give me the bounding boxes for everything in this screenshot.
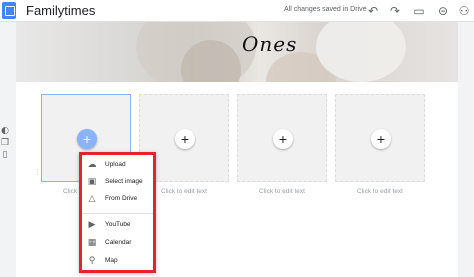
add-content-button[interactable]: + (175, 129, 195, 149)
link-icon[interactable]: ⊝ (436, 4, 450, 18)
section-toolbar: ◐ ❐ ▯ (0, 126, 12, 162)
duplicate-icon[interactable]: ❐ (0, 138, 10, 148)
menu-item-label: From Drive (105, 195, 138, 202)
menu-item-calendar[interactable]: ▦ Calendar (85, 237, 153, 251)
insert-menu: ☁ Upload ▣ Select image △ From Drive ▶ Y… (79, 152, 156, 273)
add-person-icon[interactable]: ⚇ (457, 4, 471, 18)
image-placeholder-4[interactable]: + (335, 94, 425, 182)
header-image[interactable]: Ones (16, 22, 458, 82)
cloud-upload-icon: ☁ (87, 160, 97, 170)
redo-icon[interactable]: ↷ (388, 4, 402, 18)
menu-item-youtube[interactable]: ▶ YouTube (85, 219, 153, 233)
card-caption[interactable]: Click to edit text (237, 188, 327, 195)
add-content-button[interactable]: + (77, 129, 97, 149)
undo-icon[interactable]: ↶ (366, 4, 380, 18)
preview-icon[interactable]: ▭ (412, 4, 426, 18)
youtube-icon: ▶ (88, 220, 96, 230)
top-bar: Familytimes All changes saved in Drive ↶… (0, 0, 474, 22)
image-icon: ▣ (87, 177, 97, 187)
calendar-icon: ▦ (87, 238, 97, 248)
map-pin-icon: ⚲ (88, 256, 96, 266)
site-name[interactable]: Familytimes (26, 3, 95, 18)
drive-icon: △ (88, 194, 96, 204)
menu-item-label: Select image (105, 178, 143, 185)
menu-item-label: YouTube (105, 221, 131, 228)
menu-item-from-drive[interactable]: △ From Drive (85, 193, 153, 207)
add-content-button[interactable]: + (371, 129, 391, 149)
menu-divider (82, 213, 153, 214)
page-title[interactable]: Ones (242, 32, 297, 56)
menu-item-label: Upload (105, 161, 126, 168)
card-caption[interactable]: Click to edit text (335, 188, 425, 195)
sites-logo-icon[interactable] (2, 2, 16, 19)
menu-item-upload[interactable]: ☁ Upload (85, 159, 153, 173)
menu-item-label: Calendar (105, 239, 132, 246)
palette-icon[interactable]: ◐ (0, 126, 10, 136)
image-placeholder-3[interactable]: + (237, 94, 327, 182)
menu-item-map[interactable]: ⚲ Map (85, 255, 153, 269)
add-content-button[interactable]: + (273, 129, 293, 149)
menu-item-label: Map (105, 257, 118, 264)
save-status: All changes saved in Drive (284, 6, 367, 13)
delete-icon[interactable]: ▯ (0, 150, 10, 160)
menu-item-select-image[interactable]: ▣ Select image (85, 176, 153, 190)
